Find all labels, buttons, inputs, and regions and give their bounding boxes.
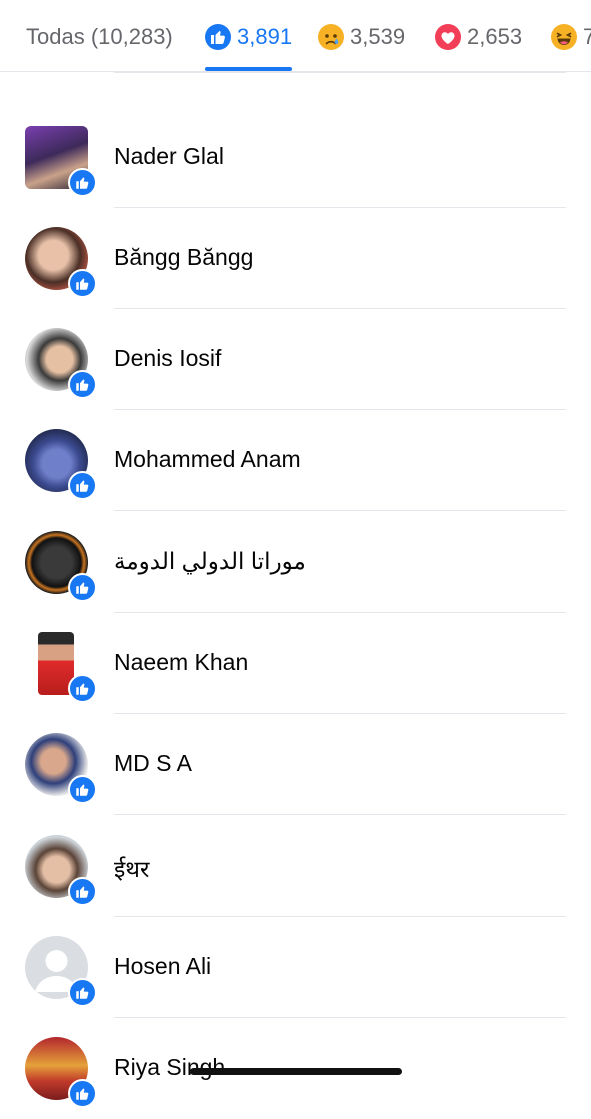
like-badge-icon (68, 877, 97, 906)
like-badge-icon (68, 775, 97, 804)
person-name[interactable]: MD S A (114, 750, 192, 777)
like-badge-icon (68, 471, 97, 500)
list-item[interactable]: موراتا الدولي الدومة (0, 512, 591, 613)
list-item[interactable]: Naeem Khan (0, 613, 591, 714)
person-name[interactable]: Nader Glal (114, 143, 224, 170)
tab-count: 2,653 (467, 24, 523, 49)
person-name[interactable]: Mohammed Anam (114, 446, 301, 473)
list-item[interactable]: Mohammed Anam (0, 410, 591, 511)
list-item[interactable]: MD S A (0, 714, 591, 815)
list-item[interactable]: Denis Iosif (0, 309, 591, 410)
reaction-tabs: Todas (10,283) 3,891 3,539 2,653 7 (0, 0, 591, 72)
tab-haha[interactable]: 7 (551, 22, 591, 52)
like-badge-icon (68, 573, 97, 602)
sad-icon (318, 24, 344, 50)
active-tab-indicator (205, 67, 292, 71)
divider (114, 72, 566, 73)
like-badge-icon (68, 168, 97, 197)
love-icon (435, 24, 461, 50)
divider (114, 510, 566, 511)
tab-all[interactable]: Todas (10,283) (26, 22, 173, 52)
haha-icon (551, 24, 577, 50)
tab-like[interactable]: 3,891 (205, 22, 292, 52)
like-badge-icon (68, 978, 97, 1007)
person-name[interactable]: Denis Iosif (114, 345, 221, 372)
list-item[interactable]: Hosen Ali (0, 917, 591, 1018)
divider (114, 814, 566, 815)
tab-count: 3,891 (237, 24, 293, 49)
like-badge-icon (68, 1079, 97, 1108)
like-badge-icon (68, 269, 97, 298)
person-name[interactable]: Naeem Khan (114, 649, 248, 676)
person-name[interactable]: Hosen Ali (114, 953, 211, 980)
tab-love[interactable]: 2,653 (435, 22, 522, 52)
tab-sad[interactable]: 3,539 (318, 22, 405, 52)
list-item[interactable]: ईथर (0, 816, 591, 917)
person-name[interactable]: موراتا الدولي الدومة (114, 548, 306, 575)
list-item[interactable]: Băngg Băngg (0, 208, 591, 309)
home-indicator (190, 1068, 402, 1075)
like-icon (205, 24, 231, 50)
tab-count: 3,539 (350, 24, 406, 49)
tab-label: Todas (10,283) (26, 24, 173, 49)
list-item[interactable]: Nader Glal (0, 107, 591, 208)
person-name[interactable]: Băngg Băngg (114, 244, 253, 271)
person-name[interactable]: ईथर (114, 852, 149, 884)
reactions-list: Nader Glal Băngg Băngg Denis Iosif Moham… (0, 0, 591, 1108)
like-badge-icon (68, 674, 97, 703)
like-badge-icon (68, 370, 97, 399)
tab-count: 7 (583, 24, 591, 50)
